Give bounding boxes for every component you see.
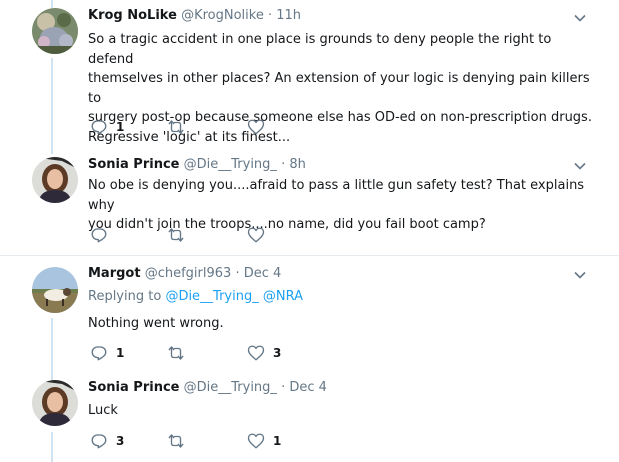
like-button[interactable]: [247, 117, 273, 137]
reply-button[interactable]: 1: [90, 117, 124, 137]
avatar[interactable]: [32, 157, 78, 203]
tweet[interactable]: Krog NoLike @KrogNolike · 11h So a tragi…: [0, 0, 619, 150]
separator-dot: ·: [281, 157, 286, 172]
retweet-icon: [168, 346, 184, 360]
replying-to-label: Replying to: [88, 289, 162, 304]
separator-dot: ·: [235, 266, 240, 281]
tweet-text-line: So a tragic accident in one place is gro…: [88, 32, 552, 67]
tweet-text: So a tragic accident in one place is gro…: [88, 30, 598, 147]
reply-button[interactable]: 3: [90, 431, 124, 451]
reply-count: 1: [116, 346, 125, 360]
tweet-text-line: themselves in other places? An extension…: [88, 71, 590, 106]
display-name[interactable]: Margot: [88, 266, 141, 281]
separator-dot: ·: [281, 380, 286, 395]
tweet-text-line: No obe is denying you....afraid to pass …: [88, 178, 585, 213]
tweet[interactable]: Sonia Prince @Die__Trying_ · 8h No obe i…: [0, 150, 619, 254]
retweet-button[interactable]: [166, 431, 194, 451]
tweet-text-line: Regressive 'logic' at its finest...: [88, 129, 291, 145]
retweet-icon: [168, 228, 184, 242]
like-button[interactable]: [247, 225, 273, 245]
timestamp[interactable]: 8h: [289, 157, 306, 172]
heart-icon: [247, 119, 265, 135]
tweet-text-line: surgery post-op because someone else has…: [88, 110, 592, 125]
chevron-down-icon[interactable]: [574, 162, 586, 170]
retweet-icon: [168, 120, 184, 134]
timestamp[interactable]: Dec 4: [289, 380, 327, 395]
user-handle[interactable]: @KrogNolike: [181, 8, 264, 23]
replying-to: Replying to @Die__Trying_ @NRA: [88, 289, 303, 304]
like-button[interactable]: 1: [247, 431, 281, 451]
heart-icon: [247, 227, 265, 243]
tweet-text: No obe is denying you....afraid to pass …: [88, 176, 598, 235]
timestamp[interactable]: 11h: [276, 8, 301, 23]
tweet-text-line: you didn't join the troops....no name, d…: [88, 217, 486, 232]
chevron-down-icon[interactable]: [574, 14, 586, 22]
tweet-text: Nothing went wrong.: [88, 314, 598, 334]
user-handle[interactable]: @Die__Trying_: [184, 380, 277, 395]
display-name[interactable]: Krog NoLike: [88, 8, 177, 23]
timestamp[interactable]: Dec 4: [244, 266, 282, 281]
retweet-button[interactable]: [166, 225, 194, 245]
tweet[interactable]: Margot @chefgirl963 · Dec 4 Replying to …: [0, 256, 619, 370]
reply-button[interactable]: 1: [90, 343, 124, 363]
tweet[interactable]: Sonia Prince @Die__Trying_ · Dec 4 Luck …: [0, 370, 619, 462]
avatar[interactable]: [32, 267, 78, 313]
retweet-button[interactable]: [166, 343, 194, 363]
reply-count: 3: [116, 434, 125, 448]
tweet-header: Krog NoLike @KrogNolike · 11h: [88, 8, 301, 23]
separator-dot: ·: [267, 8, 273, 23]
user-handle[interactable]: @Die__Trying_: [184, 157, 277, 172]
like-count: 1: [273, 434, 282, 448]
reply-icon: [91, 346, 107, 361]
conversation-thread: Krog NoLike @KrogNolike · 11h So a tragi…: [0, 0, 619, 462]
display-name[interactable]: Sonia Prince: [88, 380, 179, 395]
tweet-text-line: Luck: [88, 403, 118, 418]
user-handle[interactable]: @chefgirl963: [145, 266, 232, 281]
like-count: 3: [273, 346, 282, 360]
display-name[interactable]: Sonia Prince: [88, 157, 179, 172]
retweet-icon: [168, 434, 184, 448]
chevron-down-icon[interactable]: [574, 271, 586, 279]
reply-icon: [91, 228, 107, 243]
reply-icon: [91, 434, 107, 449]
tweet-header: Sonia Prince @Die__Trying_ · Dec 4: [88, 380, 327, 395]
replying-to-user-link[interactable]: @Die__Trying_: [165, 289, 258, 304]
like-button[interactable]: 3: [247, 343, 281, 363]
tweet-text-line: Nothing went wrong.: [88, 316, 224, 331]
reply-button[interactable]: [90, 225, 116, 245]
tweet-text: Luck: [88, 401, 598, 421]
avatar[interactable]: [32, 380, 78, 426]
replying-to-user-link[interactable]: @NRA: [263, 289, 303, 304]
tweet-header: Margot @chefgirl963 · Dec 4: [88, 266, 281, 281]
reply-icon: [91, 120, 107, 135]
tweet-header: Sonia Prince @Die__Trying_ · 8h: [88, 157, 306, 172]
reply-count: 1: [116, 120, 125, 134]
avatar[interactable]: [32, 8, 78, 54]
retweet-button[interactable]: [166, 117, 194, 137]
heart-icon: [247, 433, 265, 449]
heart-icon: [247, 345, 265, 361]
